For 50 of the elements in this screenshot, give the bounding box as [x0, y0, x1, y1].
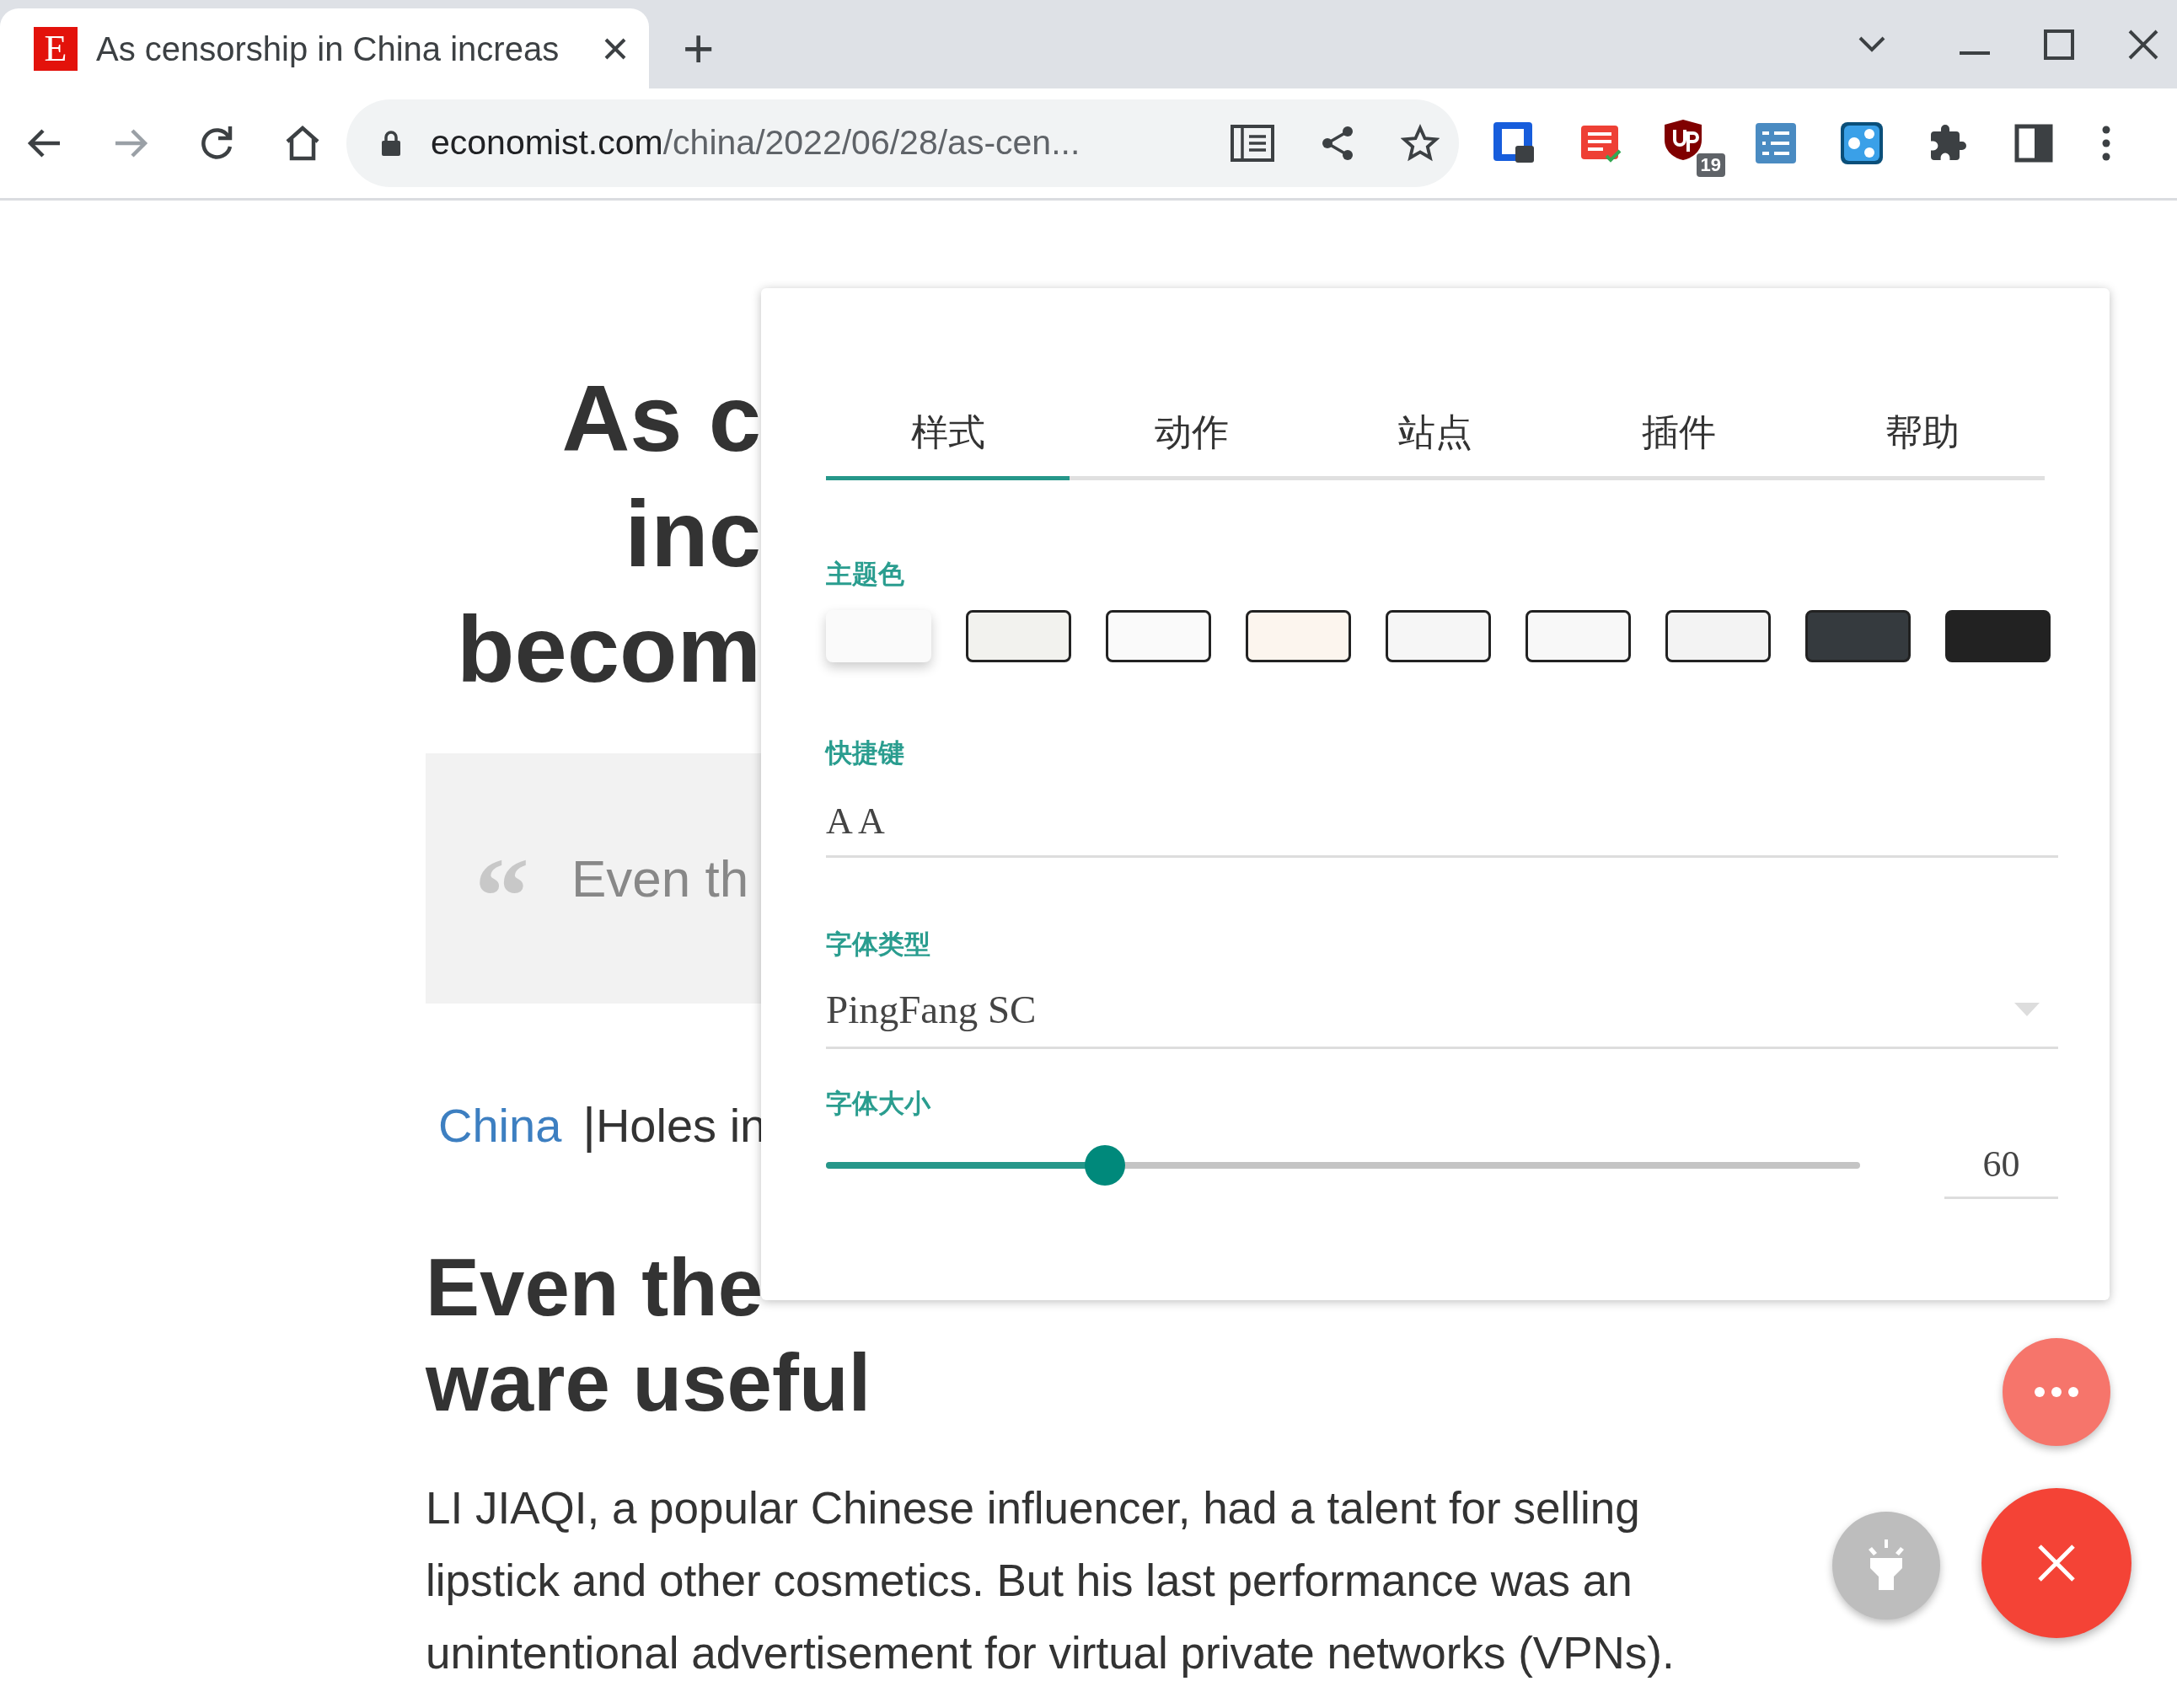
- settings-tab[interactable]: 站点: [1313, 388, 1558, 480]
- dropdown-arrow-icon: [2014, 1003, 2040, 1016]
- nodes-icon[interactable]: [1838, 120, 1885, 167]
- subheading-text: Even the: [426, 1241, 764, 1334]
- headline-text: inc: [625, 480, 761, 588]
- new-tab-button[interactable]: +: [683, 19, 715, 78]
- settings-tab[interactable]: 插件: [1557, 388, 1801, 480]
- theme-swatch[interactable]: [826, 609, 931, 662]
- theme-swatch[interactable]: [1945, 609, 2051, 662]
- shortcut-field[interactable]: A A: [826, 788, 2058, 858]
- settings-tab[interactable]: 帮助: [1800, 388, 2045, 480]
- theme-swatch[interactable]: [1386, 609, 1491, 662]
- close-icon: [2036, 1543, 2077, 1583]
- quote-mark: “: [475, 833, 529, 938]
- theme-swatch[interactable]: [1246, 609, 1351, 662]
- settings-tab[interactable]: 样式: [826, 388, 1070, 480]
- body-paragraph: LI JIAQI, a popular Chinese influencer, had a talent for selling lipstick and other cosmetics. But his last performance was an unintentional advertisement for virtual private networks (VPNs).: [426, 1482, 1676, 1679]
- font-type-value: PingFang SC: [826, 986, 1037, 1033]
- font-type-dropdown[interactable]: PingFang SC: [826, 972, 2058, 1049]
- address-bar[interactable]: economist.com/china/2022/06/28/as-cen...: [346, 99, 1459, 187]
- browser-tab[interactable]: E As censorship in China increas: [0, 8, 649, 88]
- theme-swatch[interactable]: [966, 609, 1071, 662]
- section-label: 字体大小: [826, 1087, 932, 1120]
- settings-tab[interactable]: 动作: [1070, 388, 1314, 480]
- theme-swatch[interactable]: [1665, 609, 1771, 662]
- badge-count: 19: [1696, 153, 1725, 177]
- slider-thumb[interactable]: [1085, 1145, 1126, 1186]
- url-text: economist.com/china/2022/06/28/as-cen...: [431, 122, 1080, 164]
- headline-text: As c: [561, 365, 761, 473]
- section-label: 字体类型: [826, 929, 931, 961]
- separator-text: |: [582, 1096, 596, 1155]
- theme-swatch[interactable]: [1805, 609, 1911, 662]
- theme-swatch[interactable]: [1106, 609, 1211, 662]
- quote-text: Even th: [571, 849, 749, 909]
- maximize-icon[interactable]: [2042, 27, 2076, 62]
- reader-mode-icon[interactable]: [1230, 123, 1275, 163]
- theme-swatch[interactable]: [1526, 609, 1631, 662]
- headline-text: becom: [457, 596, 761, 704]
- section-label: 主题色: [826, 559, 905, 591]
- section-link[interactable]: China: [438, 1090, 562, 1161]
- section-label: 快捷键: [826, 736, 905, 769]
- subheading-text: ware useful: [426, 1336, 872, 1429]
- favicon: E: [34, 26, 78, 71]
- shield-extension-icon[interactable]: [1663, 118, 1703, 162]
- more-button[interactable]: [2003, 1338, 2110, 1446]
- font-size-field[interactable]: 60: [1944, 1132, 2058, 1199]
- star-icon[interactable]: [1400, 123, 1440, 163]
- font-size-slider[interactable]: [826, 1145, 1860, 1186]
- tab-title: As censorship in China increas: [96, 29, 560, 69]
- more-icon: [2034, 1386, 2079, 1398]
